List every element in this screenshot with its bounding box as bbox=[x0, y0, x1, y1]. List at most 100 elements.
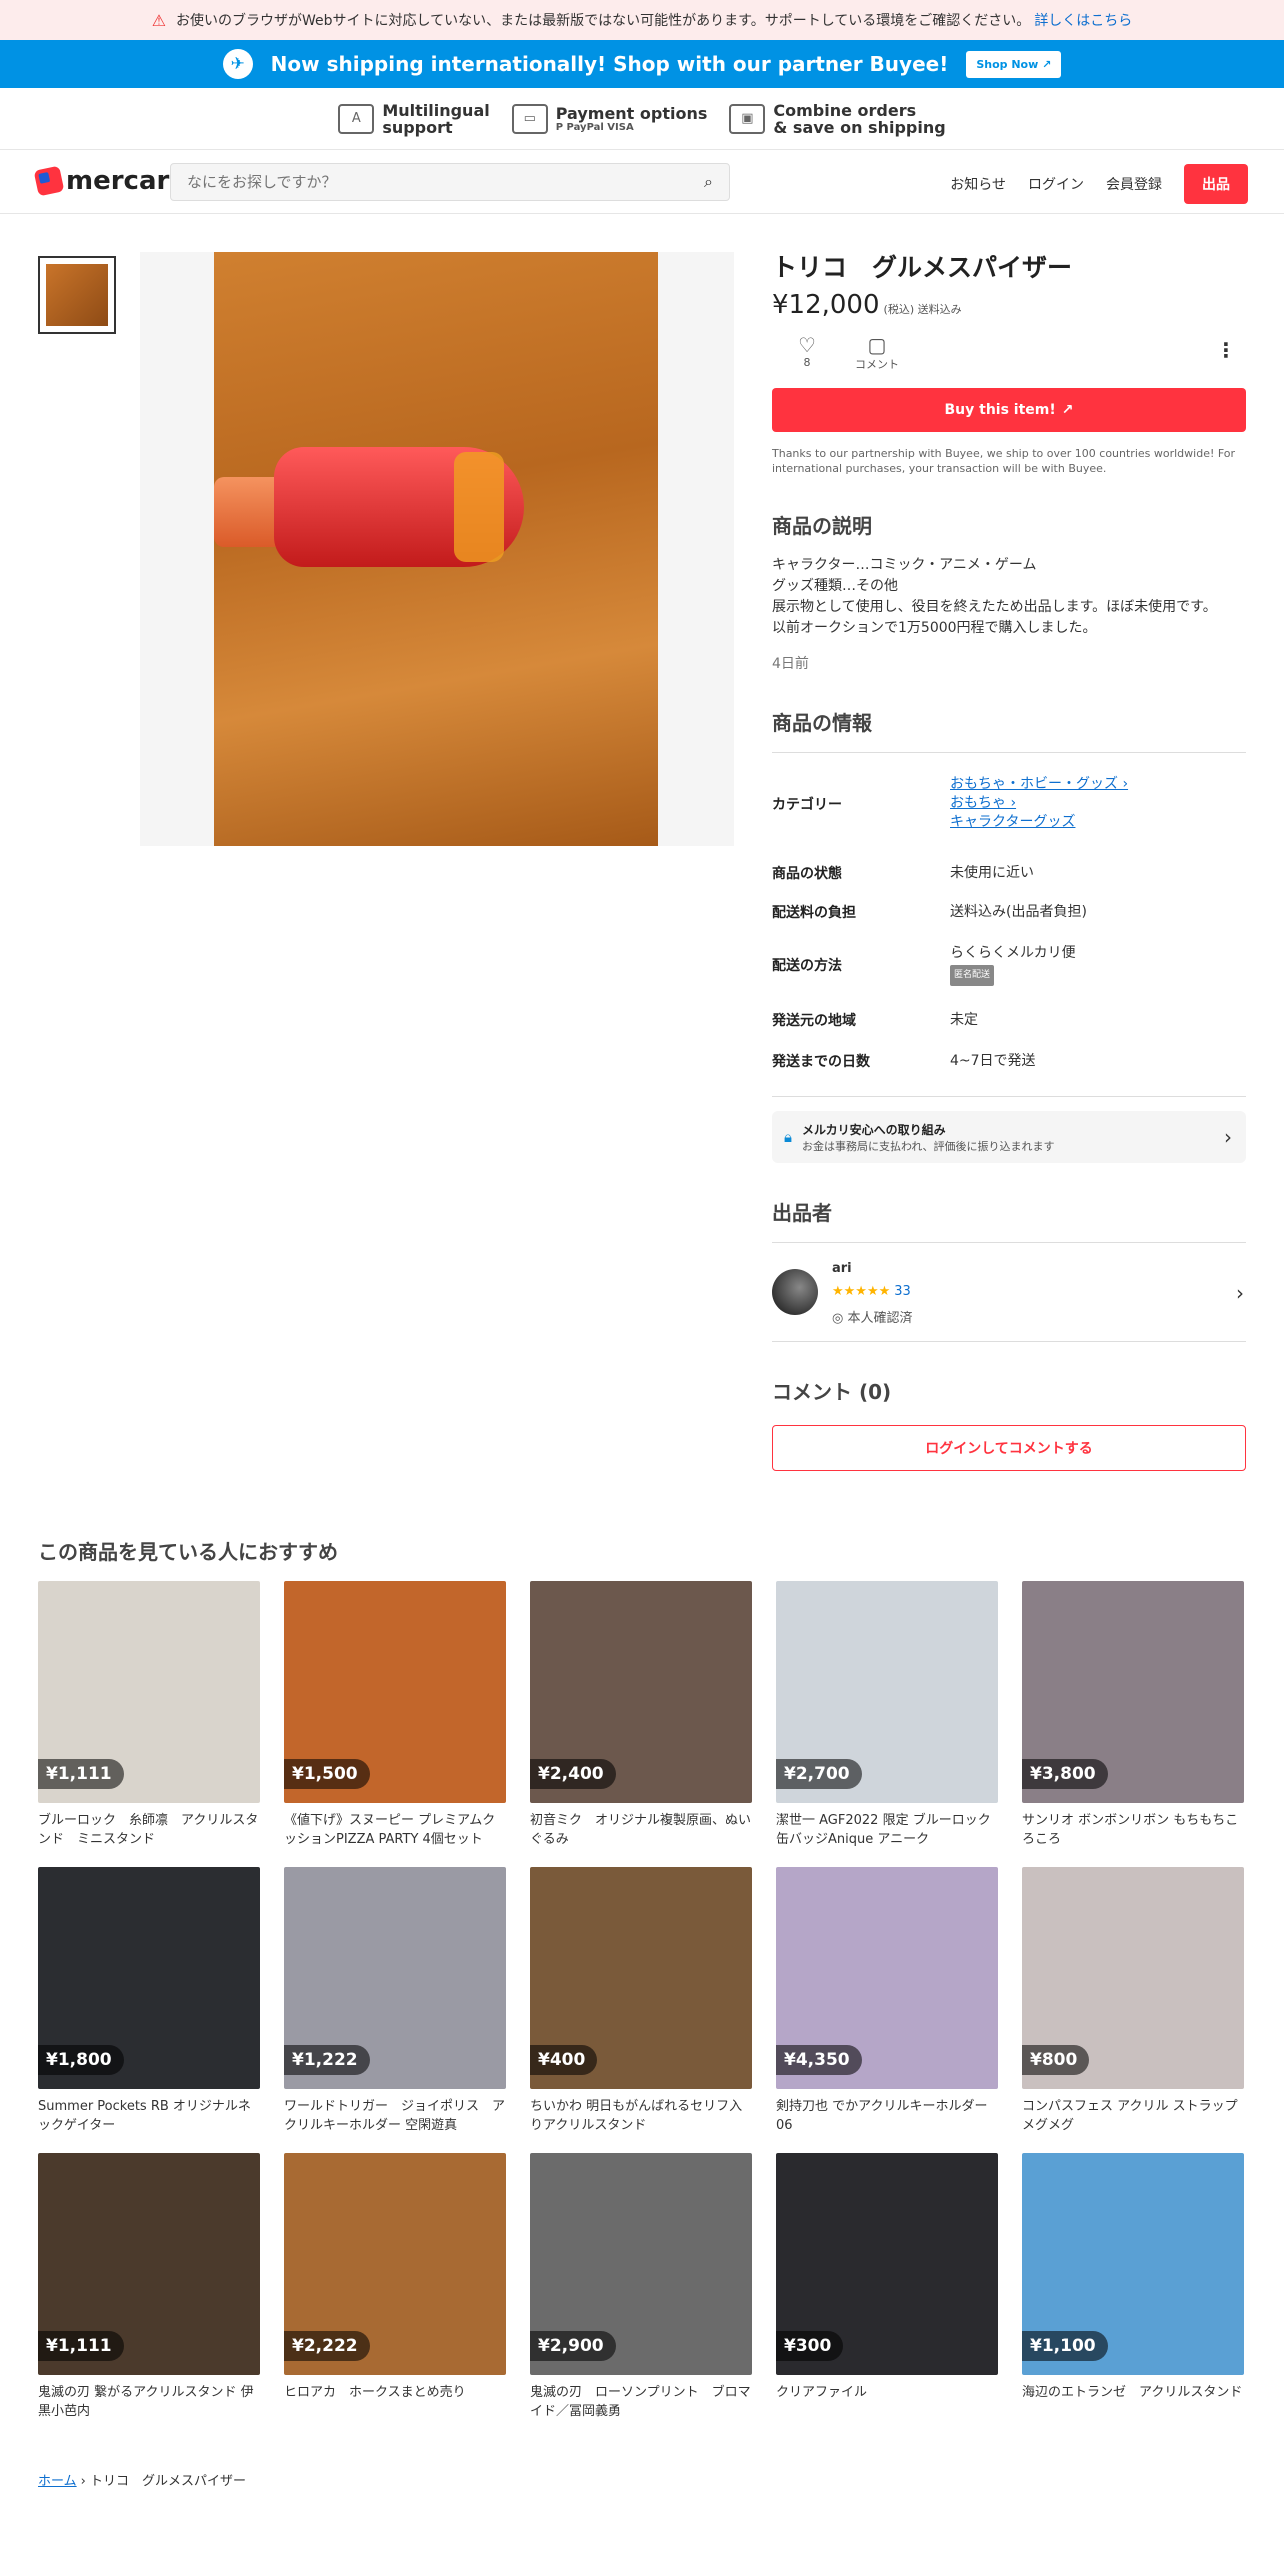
product-card[interactable]: ¥1,100 海辺のエトランゼ アクリルスタンド bbox=[1022, 2153, 1244, 2421]
shop-now-button[interactable]: Shop Now ↗ bbox=[966, 50, 1062, 78]
plane-icon: ✈ bbox=[222, 49, 253, 79]
product-card[interactable]: ¥2,222 ヒロアカ ホークスまとめ売り bbox=[284, 2153, 506, 2421]
days-row: 発送までの日数 4~7日で発送 bbox=[772, 1042, 1246, 1080]
comment-icon: ▢ bbox=[867, 333, 887, 357]
feature-combine: ▣ Combine orders & save on shipping bbox=[729, 102, 946, 137]
product-card[interactable]: ¥800 コンパスフェス アクリル ストラップ メグメグ bbox=[1022, 1867, 1244, 2135]
product-card[interactable]: ¥1,800 Summer Pockets RB オリジナルネックゲイター bbox=[38, 1867, 260, 2135]
item-thumbnail[interactable] bbox=[38, 256, 116, 334]
price-tag: ¥800 bbox=[1022, 2045, 1090, 2075]
browser-warning-text: お使いのブラウザがWebサイトに対応していない、または最新版ではない可能性があり… bbox=[176, 13, 1031, 29]
condition-label: 商品の状態 bbox=[772, 866, 842, 882]
category-link-3[interactable]: キャラクターグッズ bbox=[950, 813, 1246, 832]
buyee-note: Thanks to our partnership with Buyee, we… bbox=[772, 447, 1236, 475]
feature-multilingual: A Multilingual support bbox=[338, 100, 490, 136]
product-image: ¥3,800 bbox=[1022, 1581, 1244, 1803]
breadcrumb-current: トリコ グルメスパイザー bbox=[89, 2474, 246, 2489]
product-card[interactable]: ¥2,900 鬼滅の刃 ローソンプリント ブロマイド／冨岡義勇 bbox=[530, 2153, 752, 2421]
days-value: 4~7日で発送 bbox=[950, 1052, 1036, 1069]
price-tag: ¥3,800 bbox=[1022, 1759, 1108, 1789]
product-card[interactable]: ¥2,700 潔世一 AGF2022 限定 ブルーロック 缶バッジAnique ア… bbox=[776, 1581, 998, 1849]
shipping-fee-label: 配送料の負担 bbox=[772, 905, 856, 921]
feature-title: Payment options bbox=[555, 103, 708, 123]
login-link[interactable]: ログイン bbox=[1028, 174, 1084, 194]
product-name: ブルーロック 糸師凛 アクリルスタンド ミニスタンド bbox=[38, 1813, 259, 1847]
seller-card[interactable]: ari ★★★★★ 33 ◎ 本人確認済 › bbox=[772, 1242, 1246, 1342]
price-value: ¥12,000 bbox=[772, 290, 880, 320]
price-tag: ¥2,222 bbox=[284, 2331, 370, 2361]
comment-action-button[interactable]: ▢ コメント bbox=[842, 334, 912, 372]
sell-button[interactable]: 出品 bbox=[1184, 164, 1248, 204]
breadcrumb-separator: › bbox=[80, 2474, 90, 2489]
product-image: ¥1,222 bbox=[284, 1867, 506, 2089]
seller-rating: ★★★★★ 33 bbox=[832, 1283, 911, 1299]
search-input[interactable] bbox=[187, 173, 705, 191]
price-tag: ¥1,222 bbox=[284, 2045, 370, 2075]
notifications-link[interactable]: お知らせ bbox=[950, 174, 1006, 194]
comments-heading: コメント (0) bbox=[772, 1380, 892, 1404]
signup-link[interactable]: 会員登録 bbox=[1106, 174, 1162, 194]
shipping-method-row: 配送の方法 らくらくメルカリ便 匿名配送 bbox=[772, 932, 1246, 998]
like-button[interactable]: ♡ 8 bbox=[772, 334, 842, 369]
recommendations-section: この商品を見ている人におすすめ ¥1,111 ブルーロック 糸師凛 アクリルスタン… bbox=[38, 1536, 1248, 2421]
price-tag: ¥2,900 bbox=[530, 2331, 616, 2361]
price-tag: ¥1,111 bbox=[38, 2331, 124, 2361]
product-card[interactable]: ¥1,500 《値下げ》スヌーピー プレミアムクッションPIZZA PARTY 4… bbox=[284, 1581, 506, 1849]
product-card[interactable]: ¥300 クリアファイル bbox=[776, 2153, 998, 2421]
more-options-icon[interactable]: ⋮ bbox=[1216, 338, 1236, 362]
safety-banner[interactable]: 🔒︎ メルカリ安心への取り組み お金は事務局に支払われ、評価後に振り込まれます › bbox=[772, 1111, 1246, 1163]
price-tag: ¥1,500 bbox=[284, 1759, 370, 1789]
breadcrumb-home-link[interactable]: ホーム bbox=[38, 2474, 77, 2489]
product-name: Summer Pockets RB オリジナルネックゲイター bbox=[38, 2099, 251, 2133]
logo-text: mercari bbox=[66, 166, 179, 196]
like-count: 8 bbox=[803, 356, 811, 369]
item-main-image[interactable] bbox=[140, 252, 734, 846]
photo-ring bbox=[454, 452, 504, 562]
product-card[interactable]: ¥1,222 ワールドトリガー ジョイポリス アクリルキーホルダー 空閑遊真 bbox=[284, 1867, 506, 2135]
category-label: カテゴリー bbox=[772, 796, 842, 813]
product-card[interactable]: ¥2,400 初音ミク オリジナル複製原画、ぬいぐるみ bbox=[530, 1581, 752, 1849]
product-image: ¥300 bbox=[776, 2153, 998, 2375]
feature-subtitle: & save on shipping bbox=[773, 117, 946, 137]
origin-value: 未定 bbox=[950, 1011, 978, 1028]
category-link-1[interactable]: おもちゃ・ホビー・グッズ › bbox=[950, 775, 1246, 794]
product-image: ¥1,800 bbox=[38, 1867, 260, 2089]
search-icon[interactable]: ⌕ bbox=[704, 172, 713, 192]
safety-subtitle: お金は事務局に支払われ、評価後に振り込まれます bbox=[801, 1139, 1055, 1153]
product-card[interactable]: ¥1,111 鬼滅の刃 繋がるアクリルスタンド 伊黒小芭内 bbox=[38, 2153, 260, 2421]
feature-title: Multilingual bbox=[382, 100, 490, 120]
product-card[interactable]: ¥4,350 剣持刀也 でかアクリルキーホルダー06 bbox=[776, 1867, 998, 2135]
feature-payment: ▭ Payment options P PayPal VISA bbox=[511, 103, 708, 134]
safety-section: 🔒︎ メルカリ安心への取り組み お金は事務局に支払われ、評価後に振り込まれます › bbox=[772, 1096, 1246, 1163]
product-image: ¥2,222 bbox=[284, 2153, 506, 2375]
product-image: ¥1,100 bbox=[1022, 2153, 1244, 2375]
product-image: ¥1,500 bbox=[284, 1581, 506, 1803]
category-link-2[interactable]: おもちゃ › bbox=[950, 794, 1246, 813]
thumbnail-image bbox=[46, 264, 108, 326]
mercari-logo[interactable]: mercari bbox=[33, 165, 179, 197]
shipping-banner: ✈ Now shipping internationally! Shop wit… bbox=[0, 40, 1284, 88]
login-to-comment-button[interactable]: ログインしてコメントする bbox=[772, 1425, 1246, 1471]
warning-icon: ⚠ bbox=[151, 10, 167, 30]
product-card[interactable]: ¥400 ちいかわ 明日もがんばれるセリフ入りアクリルスタンド bbox=[530, 1867, 752, 2135]
search-bar: ⌕ bbox=[170, 163, 730, 201]
condition-row: 商品の状態 未使用に近い bbox=[772, 854, 1246, 892]
comment-action-label: コメント bbox=[855, 358, 899, 371]
review-count: 33 bbox=[894, 1284, 911, 1299]
mercari-logo-icon bbox=[33, 165, 65, 197]
product-card[interactable]: ¥1,111 ブルーロック 糸師凛 アクリルスタンド ミニスタンド bbox=[38, 1581, 260, 1849]
product-name: ちいかわ 明日もがんばれるセリフ入りアクリルスタンド bbox=[530, 2099, 743, 2133]
warning-details-link[interactable]: 詳しくはこちら bbox=[1034, 10, 1132, 30]
buy-button[interactable]: Buy this item! ↗ bbox=[772, 388, 1246, 432]
price-tag: ¥1,800 bbox=[38, 2045, 124, 2075]
posted-time: 4日前 bbox=[772, 656, 809, 672]
product-name: 剣持刀也 でかアクリルキーホルダー06 bbox=[776, 2099, 988, 2133]
anonymous-shipping-badge: 匿名配送 bbox=[950, 965, 995, 986]
price-tag: ¥2,400 bbox=[530, 1759, 616, 1789]
category-row: カテゴリー おもちゃ・ホビー・グッズ › おもちゃ › キャラクターグッズ bbox=[772, 753, 1246, 854]
product-image: ¥2,900 bbox=[530, 2153, 752, 2375]
origin-row: 発送元の地域 未定 bbox=[772, 998, 1246, 1042]
price-note: (税込) 送料込み bbox=[883, 303, 962, 316]
product-card[interactable]: ¥3,800 サンリオ ボンボンリボン もちもちころころ bbox=[1022, 1581, 1244, 1849]
payment-logos: P PayPal VISA bbox=[555, 121, 634, 133]
